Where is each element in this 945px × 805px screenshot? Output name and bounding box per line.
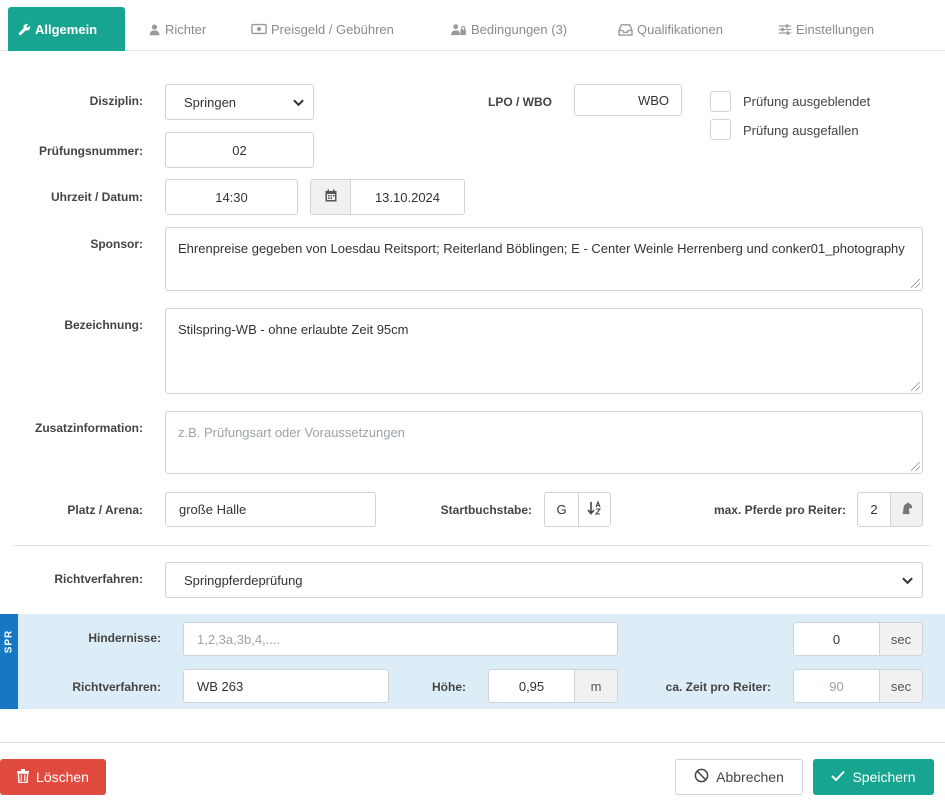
tab-label: Qualifikationen	[637, 21, 723, 37]
richtverfahren-select[interactable]: Springpferdeprüfung	[165, 562, 923, 598]
delete-button[interactable]: Löschen	[0, 759, 106, 795]
zusatzinformation-textarea[interactable]: z.B. Prüfungsart oder Voraussetzungen	[165, 411, 923, 474]
hoehe-value: 0,95	[518, 678, 545, 694]
tab-richter[interactable]: Richter	[148, 7, 206, 51]
hoehe-field[interactable]: 0,95	[488, 669, 575, 703]
sort-alpha-icon	[587, 500, 602, 518]
sponsor-textarea[interactable]: Ehrenpreise gegeben von Loesdau Reitspor…	[165, 227, 923, 291]
tab-preisgeld[interactable]: Preisgeld / Gebühren	[251, 7, 394, 51]
save-label: Speichern	[852, 769, 916, 785]
calendar-icon	[325, 189, 337, 205]
divider	[13, 545, 931, 546]
trash-icon	[17, 768, 30, 786]
pruefung-ausgefallen-label: Prüfung ausgefallen	[743, 123, 859, 138]
bezeichnung-textarea[interactable]: Stilspring-WB - ohne erlaubte Zeit 95cm	[165, 308, 923, 394]
sort-button[interactable]	[578, 492, 611, 527]
disziplin-value: Springen	[184, 94, 237, 110]
tab-bedingungen[interactable]: Bedingungen (3)	[450, 7, 567, 51]
zeit-pro-reiter-field[interactable]: 90	[793, 669, 880, 703]
richtverfahren-value: Springpferdeprüfung	[184, 572, 303, 588]
resize-grip[interactable]	[911, 382, 920, 391]
lpo-wbo-label: LPO / WBO	[488, 95, 552, 109]
tab-label: Bedingungen (3)	[471, 21, 568, 37]
cancel-label: Abbrechen	[716, 769, 784, 785]
max-pferde-field[interactable]: 2	[857, 492, 891, 527]
pruefung-ausgefallen-checkbox[interactable]	[710, 119, 731, 140]
calendar-button[interactable]	[310, 179, 351, 215]
seconds-unit: sec	[879, 622, 923, 656]
hoehe-label: Höhe:	[432, 680, 466, 694]
startbuchstabe-field[interactable]: G	[544, 492, 579, 527]
platz-arena-field[interactable]: große Halle	[165, 492, 376, 527]
chevron-down-icon	[292, 96, 305, 112]
zusatzinformation-placeholder: z.B. Prüfungsart oder Voraussetzungen	[178, 425, 405, 440]
startbuchstabe-label: Startbuchstabe:	[440, 503, 532, 517]
hoehe-unit: m	[574, 669, 618, 703]
hindernisse-field[interactable]: 1,2,3a,3b,4,....	[183, 622, 618, 656]
delete-label: Löschen	[36, 769, 89, 785]
chevron-down-icon	[901, 574, 914, 590]
platz-arena-label: Platz / Arena:	[67, 503, 143, 517]
max-pferde-label: max. Pferde pro Reiter:	[713, 503, 846, 517]
tab-einstellungen[interactable]: Einstellungen	[778, 7, 874, 51]
users-lock-icon	[450, 23, 467, 36]
spr-tag: SPR	[0, 614, 18, 709]
spr-richtverfahren-label: Richtverfahren:	[72, 680, 161, 694]
lpo-wbo-value: WBO	[637, 92, 669, 108]
startbuchstabe-value: G	[556, 502, 567, 517]
footer-divider	[0, 742, 945, 743]
check-icon	[831, 769, 846, 785]
richtverfahren-label: Richtverfahren:	[54, 572, 143, 586]
tab-label: Richter	[165, 21, 207, 37]
max-pferde-value: 2	[870, 502, 878, 517]
time-field[interactable]: 14:30	[165, 179, 298, 215]
lpo-wbo-field[interactable]: WBO	[574, 84, 682, 116]
wrench-icon	[18, 23, 31, 36]
cancel-button[interactable]: Abbrechen	[675, 759, 803, 795]
pruefung-ausgeblendet-checkbox[interactable]	[710, 91, 731, 112]
sponsor-label: Sponsor:	[90, 237, 143, 251]
pruefungsnummer-label: Prüfungsnummer:	[38, 144, 143, 158]
date-value: 13.10.2024	[374, 189, 441, 205]
tab-bar: Allgemein Richter Preisgeld / Gebühren B…	[0, 0, 945, 51]
bezeichnung-value: Stilspring-WB - ohne erlaubte Zeit 95cm	[178, 322, 409, 337]
ban-icon	[694, 768, 709, 786]
disziplin-label: Disziplin:	[89, 94, 143, 108]
pruefung-ausgeblendet-label: Prüfung ausgeblendet	[743, 94, 871, 109]
time-value: 14:30	[215, 189, 248, 205]
date-field[interactable]: 13.10.2024	[350, 179, 465, 215]
zeit-pro-reiter-unit: sec	[879, 669, 923, 703]
tab-label: Preisgeld / Gebühren	[271, 21, 394, 37]
seconds-field[interactable]: 0	[793, 622, 880, 656]
inbox-icon	[618, 23, 633, 36]
spr-richtverfahren-field[interactable]: WB 263	[183, 669, 389, 703]
disziplin-select[interactable]: Springen	[165, 84, 314, 120]
seconds-value: 0	[832, 631, 841, 647]
tab-label: Allgemein	[35, 21, 98, 37]
spr-richtverfahren-value: WB 263	[197, 678, 244, 694]
money-icon	[251, 23, 267, 35]
resize-grip[interactable]	[911, 279, 920, 288]
sliders-icon	[778, 23, 792, 36]
tab-qualifikationen[interactable]: Qualifikationen	[618, 7, 723, 51]
bezeichnung-label: Bezeichnung:	[64, 318, 143, 332]
uhrzeit-datum-label: Uhrzeit / Datum:	[50, 190, 143, 204]
tab-allgemein[interactable]: Allgemein	[8, 7, 125, 51]
pruefungsnummer-value: 02	[232, 142, 247, 158]
pruefungsnummer-field[interactable]: 02	[165, 132, 314, 168]
user-icon	[148, 23, 161, 36]
horse-addon	[890, 492, 923, 527]
hindernisse-placeholder: 1,2,3a,3b,4,....	[197, 631, 281, 647]
zeit-pro-reiter-placeholder: 90	[829, 678, 844, 694]
zusatzinformation-label: Zusatzinformation:	[35, 421, 143, 435]
sponsor-value: Ehrenpreise gegeben von Loesdau Reitspor…	[178, 241, 905, 256]
hindernisse-label: Hindernisse:	[88, 631, 161, 645]
platz-arena-value: große Halle	[179, 502, 247, 517]
save-button[interactable]: Speichern	[813, 759, 934, 795]
zeit-pro-reiter-label: ca. Zeit pro Reiter:	[665, 680, 771, 694]
resize-grip[interactable]	[911, 462, 920, 471]
horse-icon	[900, 501, 914, 518]
tab-label: Einstellungen	[796, 21, 875, 37]
